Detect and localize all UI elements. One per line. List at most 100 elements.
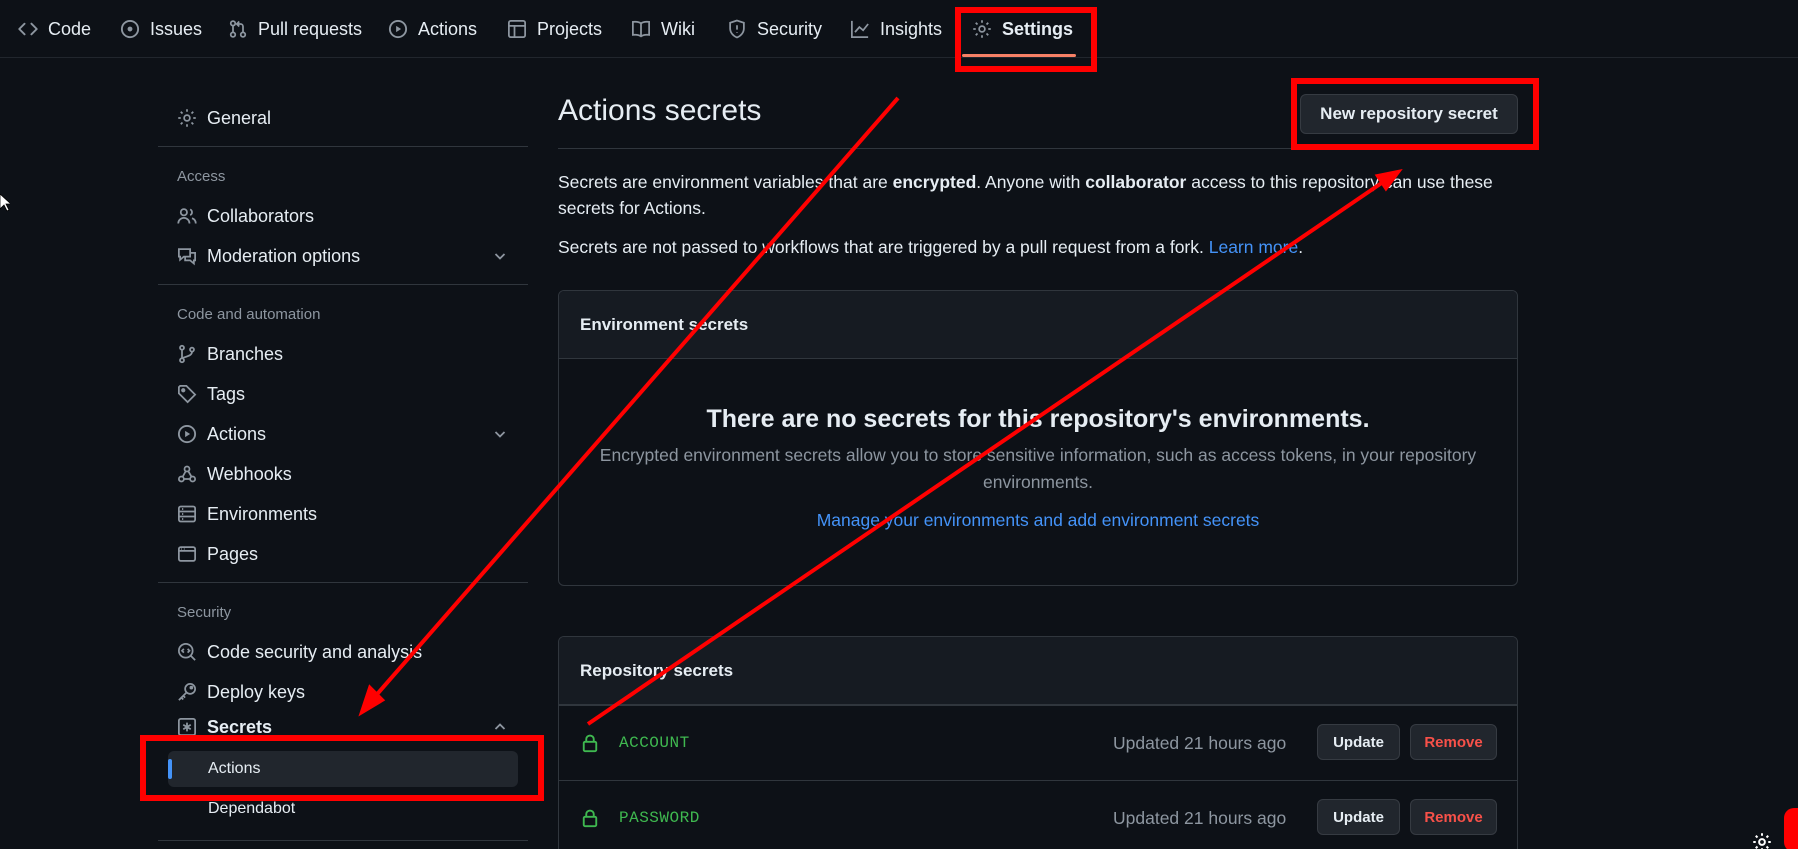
sidebar-item-webhooks[interactable]: Webhooks bbox=[158, 456, 528, 492]
lock-icon bbox=[582, 809, 598, 828]
book-icon bbox=[632, 20, 650, 38]
fork-notice-text: Secrets are not passed to workflows that… bbox=[558, 237, 1209, 257]
repository-secrets-box: Repository secrets ACCOUNT Updated 21 ho… bbox=[558, 636, 1518, 849]
page-title: Actions secrets bbox=[558, 94, 762, 127]
tab-wiki[interactable]: Wiki bbox=[631, 14, 695, 44]
sidebar-divider bbox=[158, 582, 528, 583]
graph-icon bbox=[851, 20, 869, 38]
tab-projects-label: Projects bbox=[537, 18, 603, 39]
sidebar-item-label: Collaborators bbox=[207, 205, 315, 226]
sidebar-item-pages[interactable]: Pages bbox=[158, 536, 528, 572]
table-row: ACCOUNT Updated 21 hours ago Update Remo… bbox=[559, 705, 1517, 780]
tab-code-label: Code bbox=[48, 18, 92, 39]
corner-badge bbox=[1784, 808, 1798, 849]
highlight-box-settings bbox=[955, 7, 1097, 72]
sidebar-item-environments[interactable]: Environments bbox=[158, 496, 528, 532]
gear-icon bbox=[178, 109, 196, 127]
sidebar-item-collaborators[interactable]: Collaborators bbox=[158, 198, 528, 234]
tab-security-label: Security bbox=[757, 18, 823, 39]
tab-security[interactable]: Security bbox=[727, 14, 822, 44]
sidebar-heading-security: Security bbox=[177, 604, 232, 621]
sidebar-item-label: Pages bbox=[207, 543, 259, 564]
tab-issues[interactable]: Issues bbox=[120, 14, 202, 44]
chevron-down-icon[interactable] bbox=[492, 426, 508, 442]
environment-secrets-box: Environment secrets There are no secrets… bbox=[558, 290, 1518, 586]
sidebar-item-label: Environments bbox=[207, 503, 318, 524]
secret-name: PASSWORD bbox=[619, 809, 700, 827]
blank-state-title: There are no secrets for this repository… bbox=[706, 405, 1370, 433]
sidebar-divider bbox=[158, 284, 528, 285]
tab-code[interactable]: Code bbox=[18, 14, 91, 44]
sidebar-item-label: Moderation options bbox=[207, 245, 361, 266]
people-icon bbox=[177, 208, 197, 224]
remove-button[interactable]: Remove bbox=[1410, 724, 1497, 760]
secret-updated: Updated 21 hours ago bbox=[1113, 732, 1287, 753]
sidebar-item-label: General bbox=[207, 107, 272, 128]
play-icon bbox=[388, 19, 408, 39]
secret-updated: Updated 21 hours ago bbox=[1113, 807, 1287, 828]
tab-issues-label: Issues bbox=[150, 18, 203, 39]
key-asterisk-icon bbox=[178, 718, 196, 736]
sidebar-item-tags[interactable]: Tags bbox=[158, 376, 528, 412]
update-button[interactable]: Update bbox=[1317, 724, 1400, 760]
sidebar-heading-code-automation: Code and automation bbox=[177, 306, 321, 323]
play-icon bbox=[177, 424, 197, 444]
highlight-box-actions-subitem bbox=[140, 735, 544, 801]
remove-button[interactable]: Remove bbox=[1410, 799, 1497, 835]
codescan-icon bbox=[178, 643, 196, 661]
learn-more-link[interactable]: Learn more bbox=[1209, 237, 1299, 257]
chevron-down-icon[interactable] bbox=[492, 248, 508, 264]
tab-actions-label: Actions bbox=[418, 18, 478, 39]
repository-secrets-header: Repository secrets bbox=[559, 637, 1517, 705]
environment-secrets-header: Environment secrets bbox=[559, 291, 1517, 359]
gear-icon bbox=[1753, 833, 1771, 849]
webhook-icon bbox=[178, 465, 196, 483]
desc-text: Secrets are environment variables that a… bbox=[558, 172, 893, 192]
secrets-description: Secrets are environment variables that a… bbox=[558, 169, 1518, 221]
sidebar-item-label: Actions bbox=[207, 423, 267, 444]
sidebar-item-branches[interactable]: Branches bbox=[158, 336, 528, 372]
highlight-box-new-secret bbox=[1291, 78, 1539, 150]
tab-pull-requests[interactable]: Pull requests bbox=[228, 14, 362, 44]
lock-icon bbox=[582, 734, 598, 753]
sidebar-item-label: Branches bbox=[207, 343, 284, 364]
sidebar-divider bbox=[158, 840, 528, 841]
sidebar-item-actions[interactable]: Actions bbox=[158, 416, 528, 452]
key-icon bbox=[178, 683, 196, 701]
blank-state-text: Encrypted environment secrets allow you … bbox=[599, 445, 1477, 492]
chevron-up-icon[interactable] bbox=[492, 719, 508, 735]
shield-icon bbox=[729, 19, 745, 39]
sidebar-heading-access: Access bbox=[177, 168, 226, 185]
secret-name: ACCOUNT bbox=[619, 734, 690, 752]
desc-bold-encrypted: encrypted bbox=[892, 172, 977, 192]
tab-insights-label: Insights bbox=[880, 18, 943, 39]
tab-pull-requests-label: Pull requests bbox=[258, 18, 363, 39]
fork-notice-end: . bbox=[1298, 237, 1304, 257]
git-branch-icon bbox=[179, 344, 195, 364]
tab-insights[interactable]: Insights bbox=[850, 14, 942, 44]
sidebar-item-label: Webhooks bbox=[207, 463, 292, 484]
sidebar-item-general[interactable]: General bbox=[158, 100, 528, 136]
sidebar-item-moderation-options[interactable]: Moderation options bbox=[158, 238, 528, 274]
issue-opened-icon bbox=[120, 19, 140, 39]
update-button[interactable]: Update bbox=[1317, 799, 1400, 835]
tab-actions[interactable]: Actions bbox=[388, 14, 477, 44]
sidebar-item-label: Code security and analysis bbox=[207, 641, 423, 662]
sidebar-item-label: Deploy keys bbox=[207, 681, 306, 702]
tab-wiki-label: Wiki bbox=[661, 18, 695, 39]
desc-bold-collaborator: collaborator bbox=[1085, 172, 1187, 192]
tab-projects[interactable]: Projects bbox=[507, 14, 602, 44]
comment-discussion-icon bbox=[178, 248, 196, 266]
table-icon bbox=[508, 20, 526, 38]
sidebar-divider bbox=[158, 146, 528, 147]
sidebar-item-deploy-keys[interactable]: Deploy keys bbox=[158, 674, 528, 710]
server-icon bbox=[178, 505, 196, 523]
sidebar-subitem-label: Dependabot bbox=[208, 800, 296, 817]
git-pull-request-icon bbox=[229, 20, 247, 38]
sidebar-item-label: Tags bbox=[207, 383, 246, 404]
sidebar-item-code-security[interactable]: Code security and analysis bbox=[158, 634, 528, 670]
mouse-cursor-icon bbox=[0, 194, 10, 212]
repo-nav: Code Issues Pull requests Actions Projec… bbox=[0, 0, 1798, 58]
manage-environments-link[interactable]: Manage your environments and add environ… bbox=[817, 510, 1260, 530]
desc-text: . Anyone with bbox=[976, 172, 1086, 192]
